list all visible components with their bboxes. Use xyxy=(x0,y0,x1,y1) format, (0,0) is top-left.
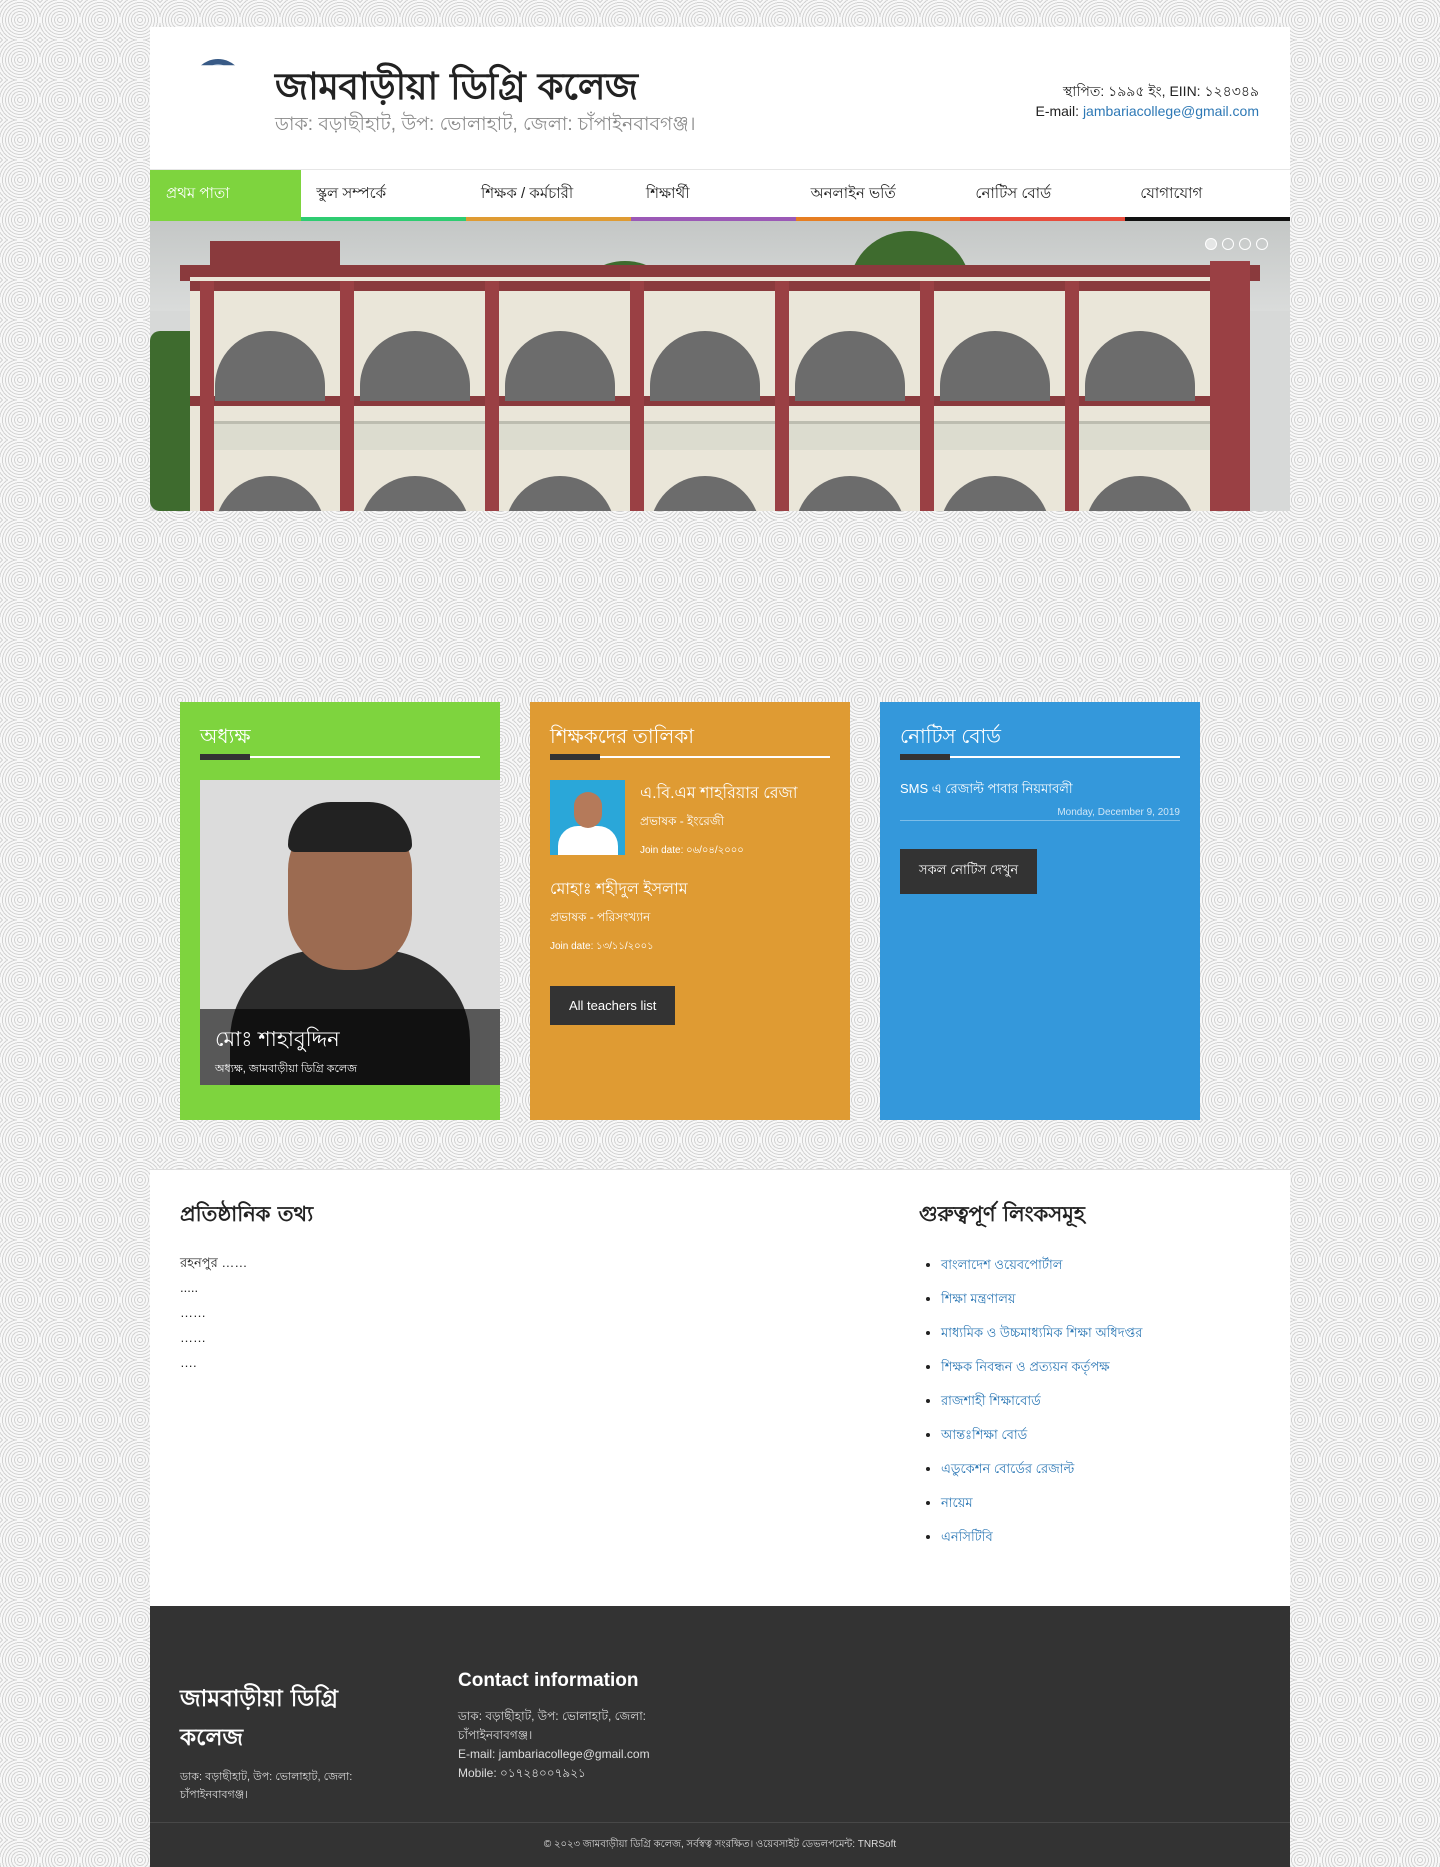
nav-students[interactable]: শিক্ষার্থী xyxy=(630,170,796,221)
slider-dot[interactable] xyxy=(1222,238,1234,250)
institution-info-title: প্রতিষ্ঠানিক তথ্য xyxy=(180,1202,314,1226)
notice-date: Monday, December 9, 2019 xyxy=(900,807,1180,821)
link-item[interactable]: এনসিটিবি xyxy=(941,1520,1142,1554)
nav-contact[interactable]: যোগাযোগ xyxy=(1125,170,1290,221)
teacher-photo[interactable] xyxy=(550,780,625,855)
slider-dot[interactable] xyxy=(1256,238,1268,250)
teachers-box: শিক্ষকদের তালিকা এ.বি.এম শাহরিয়ার রেজা … xyxy=(530,702,850,1120)
notice-box-title: নোটিস বোর্ড xyxy=(900,726,1002,748)
title-underline xyxy=(900,754,1180,760)
teacher-join-date: Join date: ০৬/০৪/২০০০ xyxy=(640,845,744,856)
site-footer: জামবাড়ীয়া ডিগ্রি কলেজ ডাক: বড়াছীহাট, … xyxy=(150,1606,1290,1867)
link-item[interactable]: শিক্ষা মন্ত্রণালয় xyxy=(941,1282,1142,1316)
principal-designation: অধ্যক্ষ, জামবাড়ীয়া ডিগ্রি কলেজ xyxy=(215,1063,357,1075)
teacher-designation: প্রভাষক - ইংরেজী xyxy=(640,814,725,828)
teacher-item: মোহাঃ শহীদুল ইসলাম প্রভাষক - পরিসংখ্যান … xyxy=(550,876,830,956)
footer-contact: Contact information ডাক: বড়াছীহাট, উপ: … xyxy=(458,1670,658,1783)
teacher-name[interactable]: মোহাঃ শহীদুল ইসলাম xyxy=(550,876,830,903)
link-item[interactable]: নায়েম xyxy=(941,1486,1142,1520)
nav-about[interactable]: স্কুল সম্পর্কে xyxy=(301,170,467,221)
info-line: …… xyxy=(180,1330,206,1345)
institution-info: প্রতিষ্ঠানিক তথ্য রহনপুর …… ..... …… …… … xyxy=(180,1198,313,1375)
page-container: জামবাড়ীয়া ডিগ্রি কলেজ ডাক: বড়াছীহাট, … xyxy=(150,27,1290,511)
notice-box: নোটিস বোর্ড SMS এ রেজাল্ট পাবার নিয়মাবল… xyxy=(880,702,1200,1120)
all-notices-button[interactable]: সকল নোটিস দেখুন xyxy=(900,849,1038,894)
teachers-box-title: শিক্ষকদের তালিকা xyxy=(550,726,695,748)
email-link[interactable]: jambariacollege@gmail.com xyxy=(1083,103,1259,119)
info-line: ..... xyxy=(180,1280,199,1295)
slider-dot[interactable] xyxy=(1205,238,1217,250)
hero-slider[interactable] xyxy=(150,221,1290,511)
contact-title: Contact information xyxy=(458,1670,639,1691)
email-line: E-mail: jambariacollege@gmail.com xyxy=(1035,101,1259,121)
link-item[interactable]: এডুকেশন বোর্ডের রেজাল্ট xyxy=(941,1452,1142,1486)
nav-teachers-staff[interactable]: শিক্ষক / কর্মচারী xyxy=(466,170,631,221)
link-item[interactable]: আন্তঃশিক্ষা বোর্ড xyxy=(941,1418,1142,1452)
principal-box-title: অধ্যক্ষ xyxy=(200,726,251,748)
nav-notice-board[interactable]: নোটিস বোর্ড xyxy=(960,170,1126,221)
slider-dots xyxy=(1205,238,1268,250)
teacher-name[interactable]: এ.বি.এম শাহরিয়ার রেজা xyxy=(640,780,798,807)
info-line: রহনপুর …… xyxy=(180,1255,248,1270)
info-section: প্রতিষ্ঠানিক তথ্য রহনপুর …… ..... …… …… … xyxy=(150,1169,1290,1607)
nav-home[interactable]: প্রথম পাতা xyxy=(150,170,302,221)
link-item[interactable]: বাংলাদেশ ওয়েবপোর্টাল xyxy=(941,1248,1142,1282)
site-header: জামবাড়ীয়া ডিগ্রি কলেজ ডাক: বড়াছীহাট, … xyxy=(150,27,1290,169)
teacher-join-date: Join date: ১৩/১১/২০০১ xyxy=(550,941,654,952)
principal-box: অধ্যক্ষ মোঃ শাহাবুদ্দিন অধ্যক্ষ, জামবাড়… xyxy=(180,702,500,1120)
footer-address: ডাক: বড়াছীহাট, উপ: ভোলাহাট, জেলা: চাঁপা… xyxy=(180,1771,353,1801)
important-links-title: গুরুত্বপূর্ণ লিংকসমূহ xyxy=(919,1202,1085,1226)
contact-email[interactable]: E-mail: jambariacollege@gmail.com xyxy=(458,1745,658,1764)
copyright-text: © ২০২৩ জামবাড়ীয়া ডিগ্রি কলেজ, সর্বস্বত… xyxy=(150,1822,1290,1854)
link-item[interactable]: শিক্ষক নিবন্ধন ও প্রত্যয়ন কর্তৃপক্ষ xyxy=(941,1350,1142,1384)
contact-mobile: Mobile: ০১৭২৪০০৭৯২১ xyxy=(458,1766,586,1780)
principal-name: মোঃ শাহাবুদ্দিন xyxy=(215,1028,340,1051)
site-address: ডাক: বড়াছীহাট, উপ: ভোলাহাট, জেলা: চাঁপা… xyxy=(275,114,696,135)
slider-dot[interactable] xyxy=(1239,238,1251,250)
email-label: E-mail: xyxy=(1035,103,1080,119)
all-teachers-button[interactable]: All teachers list xyxy=(550,986,676,1025)
contact-address: ডাক: বড়াছীহাট, উপ: ভোলাহাট, জেলা: চাঁপা… xyxy=(458,1709,647,1742)
feature-boxes: অধ্যক্ষ মোঃ শাহাবুদ্দিন অধ্যক্ষ, জামবাড়… xyxy=(180,702,1260,1120)
notice-link[interactable]: SMS এ রেজাল্ট পাবার নিয়মাবলী xyxy=(900,780,1180,801)
info-line: …… xyxy=(180,1305,206,1320)
link-item[interactable]: রাজশাহী শিক্ষাবোর্ড xyxy=(941,1384,1142,1418)
main-nav: প্রথম পাতা স্কুল সম্পর্কে শিক্ষক / কর্মচ… xyxy=(150,169,1290,221)
footer-about: জামবাড়ীয়া ডিগ্রি কলেজ ডাক: বড়াছীহাট, … xyxy=(180,1680,390,1804)
principal-photo[interactable]: মোঃ শাহাবুদ্দিন অধ্যক্ষ, জামবাড়ীয়া ডিগ… xyxy=(200,780,500,1085)
links-list: বাংলাদেশ ওয়েবপোর্টাল শিক্ষা মন্ত্রণালয়… xyxy=(919,1248,1142,1554)
teacher-designation: প্রভাষক - পরিসংখ্যান xyxy=(550,910,651,924)
title-underline xyxy=(550,754,830,760)
principal-caption: মোঃ শাহাবুদ্দিন অধ্যক্ষ, জামবাড়ীয়া ডিগ… xyxy=(200,1009,500,1085)
nav-online-admission[interactable]: অনলাইন ভর্তি xyxy=(795,170,961,221)
established-info: স্থাপিত: ১৯৯৫ ইং, EIIN: ১২৪৩৪৯ xyxy=(1063,83,1259,99)
institution-info-text: রহনপুর …… ..... …… …… …. xyxy=(180,1250,313,1375)
title-underline xyxy=(200,754,480,760)
footer-title: জামবাড়ীয়া ডিগ্রি কলেজ xyxy=(180,1686,339,1751)
teacher-item: এ.বি.এম শাহরিয়ার রেজা প্রভাষক - ইংরেজী … xyxy=(550,780,830,860)
college-logo[interactable] xyxy=(192,59,244,111)
info-line: …. xyxy=(180,1355,197,1370)
header-meta: স্থাপিত: ১৯৯৫ ইং, EIIN: ১২৪৩৪৯ E-mail: j… xyxy=(1035,81,1259,121)
important-links: গুরুত্বপূর্ণ লিংকসমূহ বাংলাদেশ ওয়েবপোর্… xyxy=(919,1198,1142,1554)
link-item[interactable]: মাধ্যমিক ও উচ্চমাধ্যমিক শিক্ষা অধিদপ্তর xyxy=(941,1316,1142,1350)
